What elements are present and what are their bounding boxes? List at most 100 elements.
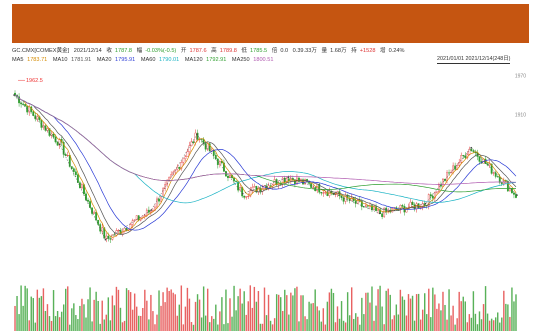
candle-body [401,205,404,207]
volume-bar [123,320,126,331]
volume-bar [42,288,45,331]
candle-body [440,184,442,187]
volume-bar [178,304,181,331]
volume-bar [507,304,509,331]
volume-bar [468,314,471,331]
volume-bar [509,316,511,331]
volume-bar [513,301,515,331]
candle-body [156,198,158,208]
symbol-label[interactable]: GC.CMX[COMEX黄金] [12,48,69,54]
candle-body [46,128,49,131]
candle-body [93,211,96,214]
ma20-item: MA20 1795.91 [97,57,137,63]
candle-body [105,235,108,239]
volume-bar [460,301,462,331]
volume-bar [458,291,460,331]
close-series-point [287,176,290,179]
volume-bar [340,301,343,331]
candle-body [452,165,455,173]
open-field: 开 1787.6 [181,48,207,54]
volume-bar [470,317,473,331]
volume-bar [50,320,53,331]
volume-bar [255,301,258,331]
volume-bar [401,296,404,331]
volume-bar [379,285,381,331]
volume-bar [101,300,103,331]
candle-body [513,192,515,195]
candle-body [472,150,475,152]
volume-bar [83,304,85,331]
volume-bar [503,290,505,331]
date-range-selector[interactable]: 2021/01/01 2021/12/14(248日) [437,55,511,64]
open-value: 1787.6 [189,48,207,54]
volume-bar [36,289,39,331]
candle-body [97,220,100,225]
volume-bar [450,315,452,331]
volume-bar [314,289,316,331]
candle-body [87,199,89,202]
candle-body [253,186,256,188]
candle-body [371,205,373,210]
candle-body [478,156,481,162]
close-series-point [241,192,244,195]
volume-bar [67,286,69,331]
candle-body [431,195,434,199]
open-label: 开 [180,48,187,54]
volume-bar [484,286,487,331]
volume-bar [330,288,333,331]
candle-body [448,172,450,174]
volume-bar [188,298,191,331]
close-series-point [58,143,61,146]
candle-body [149,210,152,213]
volume-bar [426,314,428,331]
ma250-value: 1800.51 [253,57,274,63]
candle-body [488,163,491,166]
pct-label: 增 [380,48,386,54]
volume-bar [241,303,243,331]
volume-bar [225,289,227,331]
volume-bar [300,295,302,331]
volume-bar [251,307,254,331]
candle-body [310,183,313,188]
volume-bar [156,314,158,331]
candle-body [342,197,345,202]
volume-bar [140,315,142,331]
close-series-point [379,212,381,215]
close-series-point [150,209,152,211]
volume-bar [324,324,327,331]
candle-body [409,201,412,208]
volume-bar [196,294,199,331]
volume-bar [172,292,174,331]
close-value: 1787.8 [114,48,133,54]
volume-bar [215,304,217,331]
volume-bar [146,300,148,331]
ma10-item: MA10 1781.91 [53,57,93,63]
volume-bar [69,324,71,331]
volume-bar [32,298,34,331]
candle-body [178,166,181,169]
volume-bar [409,298,412,331]
volume-bar [424,293,426,331]
ma60-label: MA60 [140,57,156,63]
volume-bar [223,324,225,331]
change-label: 幅 [136,48,143,54]
volume-bar [288,314,290,331]
volume-bar [488,320,491,331]
volume-bar [44,311,47,331]
volume-bar [259,323,262,331]
y-tick-label: 1910 [515,113,526,119]
ma60-item: MA60 1790.01 [141,57,181,63]
volume-bar [107,297,110,331]
volume-bar [302,295,304,331]
volume-bar [265,315,268,331]
volume-bar [54,316,57,331]
ma-line-ma5 [14,94,517,238]
volume-bar [320,321,322,331]
volume-bar [393,315,396,331]
volume-bar [46,304,49,331]
candle-body [492,172,495,174]
volume-bar [89,287,91,331]
volume-bar [93,299,95,331]
volume-bar [361,297,363,331]
volume-bar [26,288,28,331]
